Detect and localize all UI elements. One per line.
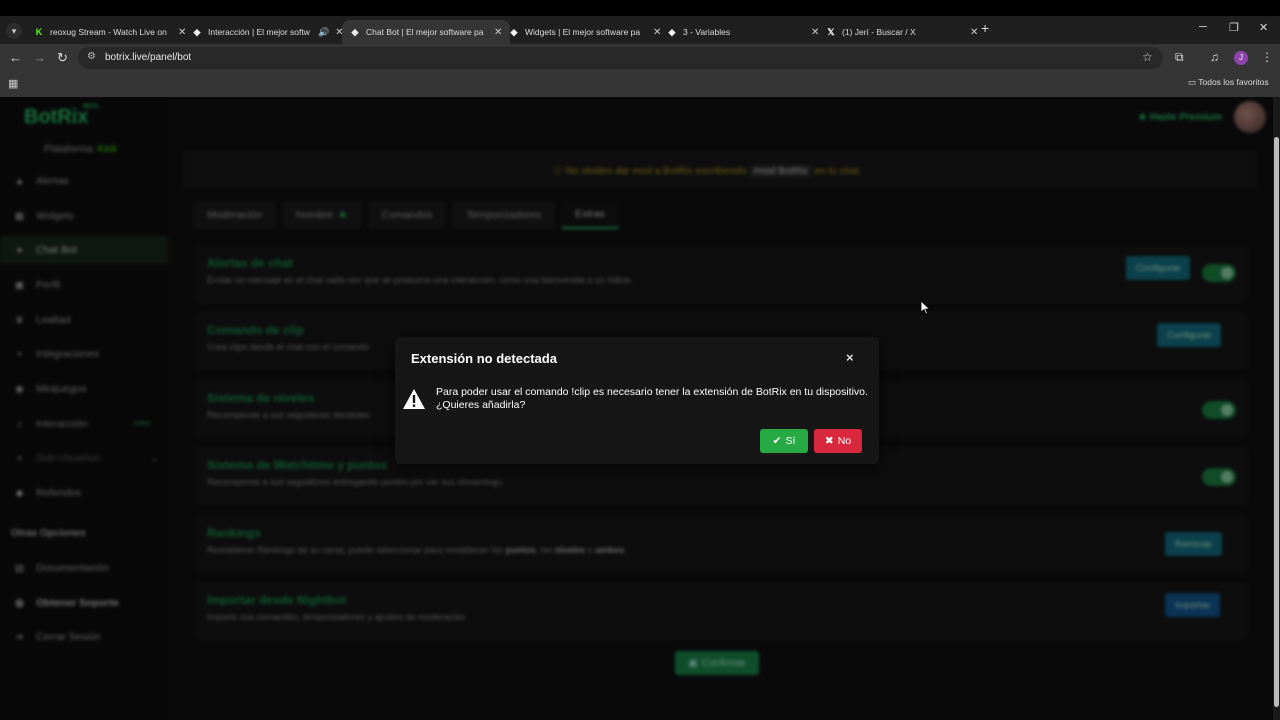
modal-message-line1: Para poder usar el comando !clip es nece… (436, 386, 868, 398)
modal-close-icon[interactable]: × (846, 350, 854, 365)
back-icon[interactable]: ← (9, 50, 22, 65)
modal-title: Extensión no detectada (411, 351, 557, 366)
all-bookmarks-label: Todos los favoritos (1198, 77, 1269, 87)
browser-tab-2[interactable]: ◈ Interacción | El mejor softw 🔊 ✕ (184, 20, 352, 44)
no-label: No (837, 435, 852, 447)
browser-tab-1[interactable]: K reoxug Stream - Watch Live on ✕ (26, 20, 194, 44)
browser-tab-4[interactable]: ◈ Widgets | El mejor software pa ✕ (501, 20, 669, 44)
media-control-icon[interactable]: ♫ (1210, 50, 1219, 64)
tab-title: Interacción | El mejor softw (208, 27, 310, 37)
scrollbar-thumb[interactable] (1274, 137, 1279, 707)
modal-message: Para poder usar el comando !clip es nece… (436, 386, 876, 411)
extensions-icon[interactable]: ⧉ (1175, 50, 1184, 65)
botrix-icon: ◈ (351, 26, 359, 37)
x-icon: ✖ (824, 435, 834, 447)
audio-icon[interactable]: 🔊 (318, 27, 329, 38)
tab-title: (1) Jerí - Buscar / X (842, 27, 916, 37)
yes-label: Sí (785, 435, 796, 447)
site-info-icon[interactable]: ⚙ (87, 51, 96, 62)
profile-avatar[interactable]: J (1234, 51, 1248, 65)
window-close-icon[interactable]: ✕ (1259, 21, 1268, 34)
window-top-strip (0, 0, 1280, 16)
browser-menu-icon[interactable]: ⋮ (1261, 50, 1273, 64)
no-button[interactable]: ✖ No (814, 429, 862, 453)
tab-title: reoxug Stream - Watch Live on (50, 27, 167, 37)
reload-icon[interactable]: ↻ (57, 50, 68, 66)
bookmark-star-icon[interactable]: ☆ (1142, 50, 1153, 64)
x-icon: 𝕏 (827, 26, 835, 37)
address-bar[interactable] (78, 47, 1163, 69)
warning-icon (403, 389, 425, 409)
yes-button[interactable]: ✔ Sí (760, 429, 808, 453)
folder-icon: ▭ (1188, 77, 1197, 87)
mouse-cursor-icon (921, 301, 931, 315)
minimize-icon[interactable]: ─ (1199, 21, 1207, 33)
new-tab-icon[interactable]: + (981, 20, 989, 36)
kick-icon: K (35, 27, 43, 37)
forward-icon[interactable]: → (33, 50, 46, 65)
browser-tab-3[interactable]: ◈ Chat Bot | El mejor software pa ✕ (342, 20, 511, 44)
check-icon: ✔ (772, 435, 782, 447)
apps-grid-icon[interactable]: ▦ (8, 77, 18, 90)
bookmarks-bar (0, 72, 1280, 97)
browser-tab-5[interactable]: ◈ 3 - Variables ✕ (659, 20, 827, 44)
modal-message-line2: ¿Quieres añadirla? (436, 398, 526, 411)
tab-title: Widgets | El mejor software pa (525, 27, 641, 37)
tab-title: Chat Bot | El mejor software pa (366, 27, 484, 37)
tab-title: 3 - Variables (683, 27, 731, 37)
botrix-icon: ◈ (668, 26, 676, 37)
screen: ▾ K reoxug Stream - Watch Live on ✕ ◈ In… (0, 0, 1280, 720)
tab-search-icon[interactable]: ▾ (6, 23, 22, 39)
extension-modal: Extensión no detectada × Para poder usar… (395, 337, 879, 464)
botrix-icon: ◈ (193, 26, 201, 37)
browser-tabstrip: ▾ K reoxug Stream - Watch Live on ✕ ◈ In… (0, 16, 1280, 44)
maximize-icon[interactable]: ❐ (1229, 21, 1239, 34)
tab-close-icon[interactable]: ✕ (970, 27, 978, 38)
address-url[interactable]: botrix.live/panel/bot (105, 52, 191, 63)
browser-tab-6[interactable]: 𝕏 (1) Jerí - Buscar / X ✕ (818, 20, 986, 44)
botrix-icon: ◈ (510, 26, 518, 37)
all-bookmarks[interactable]: ▭ Todos los favoritos (1188, 77, 1269, 88)
